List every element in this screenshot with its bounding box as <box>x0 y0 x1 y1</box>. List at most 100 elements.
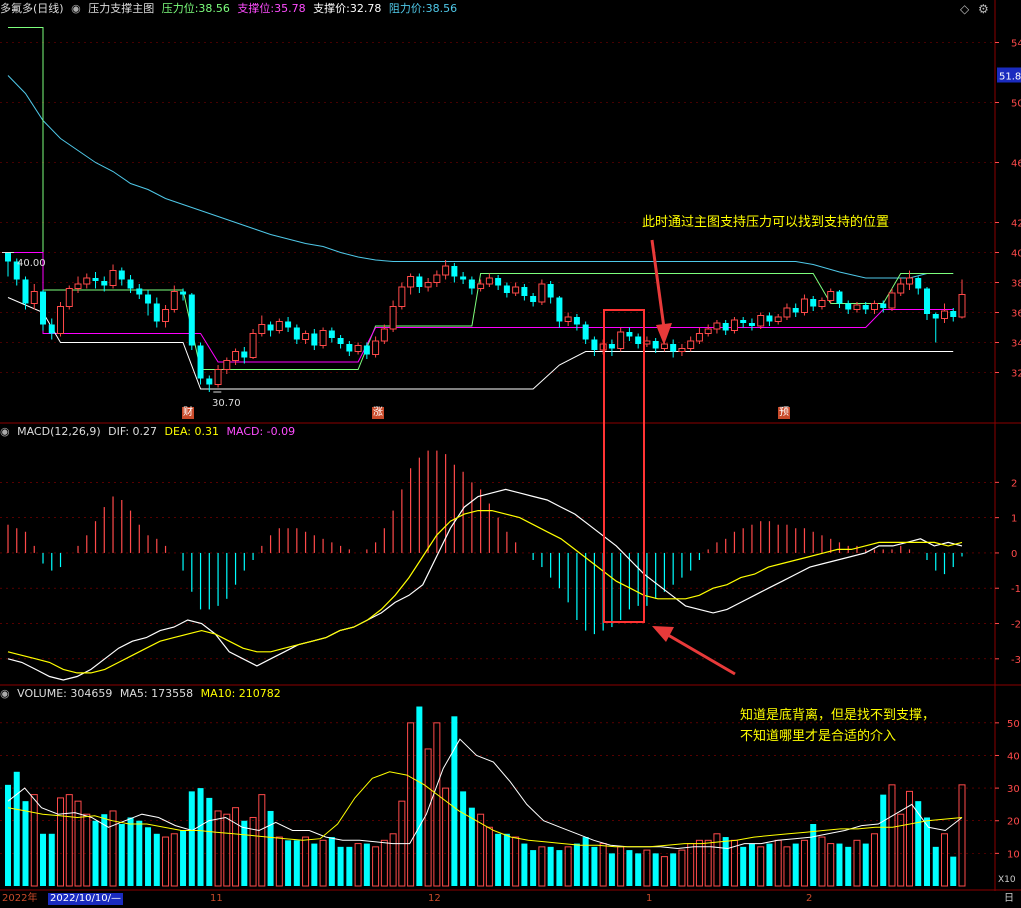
pressure-label: 压力位: <box>161 2 199 15</box>
candle-body <box>503 285 510 293</box>
volume-bar <box>888 784 896 887</box>
candle-body <box>275 321 283 331</box>
volume-bar <box>275 836 283 887</box>
candle-body <box>940 310 948 319</box>
volume-bar <box>337 846 344 886</box>
volume-tick-label: 10 <box>1007 849 1020 860</box>
grid-lines <box>0 0 1021 891</box>
candle-body <box>512 286 520 294</box>
candle-body <box>836 291 843 304</box>
candle-body <box>713 322 721 330</box>
volume-bar <box>319 839 327 887</box>
volume-bar <box>223 813 231 887</box>
candle-body <box>214 369 222 385</box>
volume-toggle-icon[interactable]: ◉ <box>0 687 10 700</box>
candle-body <box>870 303 878 310</box>
volume-bar <box>424 748 432 887</box>
date-month-11: 11 <box>210 893 223 904</box>
macd-dif: DIF: 0.27 <box>108 425 158 438</box>
candle-body <box>354 345 362 352</box>
price-tick-label: 42 <box>1011 219 1021 230</box>
volume-bar <box>249 816 257 887</box>
pressure-line <box>8 27 954 370</box>
support-value: 35.78 <box>274 2 306 15</box>
candle-body <box>626 332 633 337</box>
candle-body <box>74 283 82 289</box>
candle-body <box>398 286 406 307</box>
panel-expand-icon[interactable]: ◇ <box>960 1 969 17</box>
volume-bar <box>407 722 415 887</box>
volume-bar <box>83 813 91 887</box>
candle-body <box>460 276 467 280</box>
candle-body <box>127 279 134 289</box>
candle-body <box>65 288 73 307</box>
resistance-line <box>7 75 954 279</box>
candle-body <box>380 328 388 342</box>
volume-bar <box>660 856 668 887</box>
event-tag-yu[interactable]: 预 <box>778 407 790 419</box>
candle-body <box>206 378 213 385</box>
volume-bar <box>538 846 546 887</box>
candle-body <box>407 276 415 288</box>
indicator-toggle-icon[interactable]: ◉ <box>71 2 81 15</box>
macd-panel <box>7 450 963 681</box>
candle-body <box>582 324 589 340</box>
candle-body <box>258 324 266 334</box>
macd-label[interactable]: MACD(12,26,9) <box>17 425 101 438</box>
candle-body <box>670 344 677 352</box>
volume-bar <box>932 846 939 886</box>
macd-tick-label: -1 <box>1011 584 1021 595</box>
volume-bar <box>599 843 607 887</box>
panel-settings-icon[interactable]: ⚙ <box>978 1 989 17</box>
candle-body <box>197 345 204 379</box>
candle-body <box>442 265 450 276</box>
event-tag-cai[interactable]: 财 <box>182 407 194 419</box>
macd-tick-label: 2 <box>1011 478 1017 489</box>
candle-body <box>433 274 441 283</box>
support-price-value: 32.78 <box>349 2 382 15</box>
candle-body <box>757 315 765 327</box>
volume-bar <box>652 853 659 886</box>
volume-bar <box>65 794 73 887</box>
volume-bar <box>197 788 204 886</box>
candle-body <box>188 294 195 346</box>
date-month-12: 12 <box>428 893 441 904</box>
event-tag-zhang[interactable]: 涨 <box>372 407 384 419</box>
high-price-label: 40.00 <box>17 258 46 269</box>
volume-bar <box>564 846 572 887</box>
volume-unit-label: X10 <box>998 875 1016 885</box>
price-header: 多氟多(日线) ◉ 压力支撑主图 压力位:38.56 支撑位:35.78 支撑价… <box>0 1 461 17</box>
price-tick-label: 40 <box>1011 249 1021 260</box>
candle-body <box>30 291 38 304</box>
price-tick-label: 38 <box>1011 279 1021 290</box>
date-cursor[interactable]: 2022/10/10/— <box>48 893 124 905</box>
volume-bar <box>766 843 773 886</box>
date-month-1: 1 <box>646 893 653 904</box>
candle-body <box>556 297 563 322</box>
macd-toggle-icon[interactable]: ◉ <box>0 425 10 438</box>
volume-bar <box>214 810 222 887</box>
volume-bar <box>136 820 143 886</box>
arrow-support-shaft <box>650 239 666 329</box>
volume-bar <box>810 824 817 886</box>
candle-body <box>328 330 335 338</box>
volume-bar <box>940 833 948 887</box>
volume-bar <box>818 836 826 887</box>
indicator-name[interactable]: 压力支撑主图 <box>88 2 154 15</box>
chart-canvas: 54504642403836343251.8210-1-2-3504030201… <box>0 0 1021 891</box>
candle-body <box>293 327 300 340</box>
candle-body <box>118 270 125 280</box>
volume-bar <box>485 826 493 887</box>
candle-body <box>660 343 668 349</box>
candle-body <box>241 351 248 358</box>
candle-body <box>818 300 826 307</box>
candle-body <box>608 344 615 349</box>
volume-bar <box>363 843 370 886</box>
price-badge-label: 51.8 <box>999 72 1021 83</box>
candle-body <box>783 307 791 318</box>
candle-body <box>267 324 274 331</box>
volume-label[interactable]: VOLUME: 304659 <box>17 687 112 700</box>
candle-body <box>845 303 852 310</box>
candle-body <box>547 284 554 298</box>
annotation-arrows <box>603 239 736 676</box>
